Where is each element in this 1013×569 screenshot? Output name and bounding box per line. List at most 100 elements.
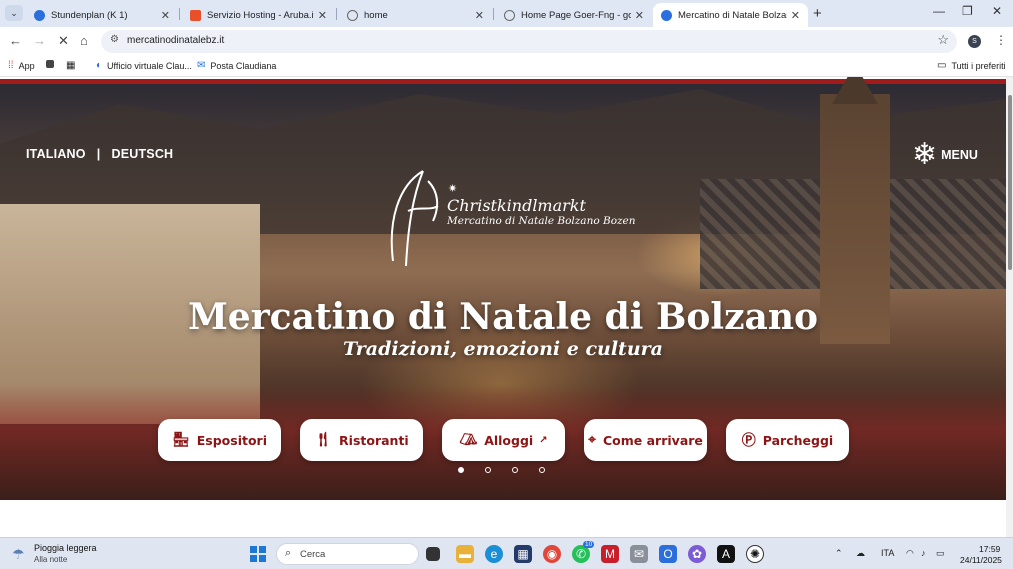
browser-menu-icon[interactable]: ⋮ [995,33,1007,47]
stop-loading-icon[interactable]: ✕ [58,33,69,49]
tab-search-button[interactable]: ⌄ [5,5,23,21]
tray-expand-icon[interactable]: ⌃ [835,548,843,559]
home-icon[interactable]: ⌂ [80,33,88,48]
button-label: Ristoranti [339,432,409,448]
text-editor-icon[interactable]: A [717,545,735,563]
minimize-icon[interactable]: — [933,4,945,18]
mail-app-icon[interactable]: ✉ [630,545,648,563]
wifi-icon[interactable]: ◠ [906,548,914,559]
tower-spire [832,77,878,104]
bookmark-ufficio[interactable]: ◐ Ufficio virtuale Clau... [96,60,192,71]
copilot-icon[interactable]: ✿ [688,545,706,563]
chatgpt-icon[interactable]: ✺ [746,545,764,563]
carousel-dot[interactable] [512,467,518,473]
close-icon[interactable]: ✕ [161,9,170,22]
notification-badge: 10 [583,541,595,548]
globe-icon [504,9,515,21]
folder-icon: ▭ [937,60,947,71]
espositori-button[interactable]: 🏪︎ Espositori [158,419,281,461]
favicon-icon [34,9,45,21]
rain-cloud-icon[interactable]: ☂ [12,546,25,563]
windows-start-icon[interactable] [250,546,266,562]
lang-italiano[interactable]: ITALIANO [26,147,86,161]
bookmark-label: Ufficio virtuale Clau... [107,60,192,71]
menu-label: MENU [941,147,978,162]
square-icon [46,60,54,68]
logo-subtitle: Mercatino di Natale Bolzano Bozen [447,215,636,227]
taskbar-search[interactable]: ⌕ Cerca [276,543,419,565]
search-placeholder: Cerca [300,549,326,560]
carousel-dot[interactable] [539,467,545,473]
tab-aruba[interactable]: Servizio Hosting - Aruba.it ✕ [182,3,335,27]
onedrive-icon[interactable]: ☁ [856,548,865,559]
bookmark-posta[interactable]: ✉ Posta Claudiana [197,60,276,71]
all-bookmarks[interactable]: ▭ Tutti i preferiti [937,60,1006,71]
close-icon[interactable]: ✕ [318,9,327,22]
close-icon[interactable]: ✕ [791,9,800,22]
file-explorer-icon[interactable]: ▬ [456,545,474,563]
edge-icon[interactable]: e [485,545,503,563]
external-link-icon: ↗ [539,434,548,446]
star-icon: ✷ [448,183,458,195]
page-title: Mercatino di Natale di Bolzano [187,296,819,338]
tab-mercatino[interactable]: Mercatino di Natale Bolzano - B ✕ [653,3,808,27]
snowflake-icon: ❄ [912,138,938,171]
parcheggi-button[interactable]: Ⓟ Parcheggi [726,419,849,461]
outlook-icon[interactable]: O [659,545,677,563]
carousel-indicators [458,467,545,473]
tab-title: Home Page Goer-Fng - goer-fng [521,9,631,21]
angel-logo-icon [390,170,439,267]
bookmark-star-icon[interactable]: ☆ [937,32,949,48]
clock-time[interactable]: 17:59 [979,544,1000,554]
volume-icon[interactable]: ♪ [921,548,926,558]
favicon-icon [190,9,201,21]
language-switcher: ITALIANO | DEUTSCH [26,147,173,161]
carousel-dot[interactable] [485,467,491,473]
chrome-icon[interactable]: ◉ [543,545,561,563]
web-page: ITALIANO | DEUTSCH ❄ MENU ✷ Christkindlm… [0,77,1006,537]
weather-title[interactable]: Pioggia leggera [34,543,97,553]
bookmark-square[interactable] [46,60,54,68]
tab-stundenplan[interactable]: Stundenplan (K 1) ✕ [26,3,178,27]
grid-icon: ▦ [66,60,76,71]
new-tab-button[interactable]: + [813,5,822,22]
globe-icon [347,9,358,21]
url-text[interactable]: mercatinodinatalebz.it [127,35,224,46]
favicon-icon [661,9,672,21]
bookmark-label: App [18,60,35,71]
ristoranti-button[interactable]: 🍴︎ Ristoranti [300,419,423,461]
mcafee-icon[interactable]: M [601,545,619,563]
close-window-icon[interactable]: ✕ [992,4,1002,18]
bookmark-grid[interactable]: ▦ [66,60,80,71]
location-pin-icon: ⌖ [588,432,596,448]
lang-deutsch[interactable]: DEUTSCH [111,147,173,161]
carousel-dot[interactable] [458,467,464,473]
input-language[interactable]: ITA [881,548,894,558]
bookmark-apps[interactable]: ⁞⁞ App [8,60,35,71]
address-bar[interactable]: ⚙ mercatinodinatalebz.it ☆ [101,30,957,53]
tab-home[interactable]: home ✕ [339,3,492,27]
logo-title[interactable]: Christkindlmarkt [447,196,586,215]
site-info-icon[interactable]: ⚙ [110,34,119,45]
close-icon[interactable]: ✕ [635,9,644,22]
parking-icon: Ⓟ [741,433,756,449]
restore-icon[interactable]: ❐ [962,4,973,18]
back-icon[interactable]: ← [9,33,22,48]
come-arrivare-button[interactable]: ⌖ Come arrivare [584,419,707,461]
tab-goer-fng[interactable]: Home Page Goer-Fng - goer-fng ✕ [496,3,652,27]
forward-icon[interactable]: → [33,33,46,48]
scrollbar-thumb[interactable] [1008,95,1012,270]
store-icon[interactable]: ▦ [514,545,532,563]
task-view-icon[interactable] [426,547,440,561]
profile-avatar[interactable]: S [968,35,981,48]
clock-date[interactable]: 24/11/2025 [960,555,1002,565]
battery-icon[interactable]: ▭ [936,548,945,559]
cutlery-icon: 🍴︎ [314,432,333,448]
hero-banner: ITALIANO | DEUTSCH ❄ MENU ✷ Christkindlm… [0,77,1006,500]
menu-button[interactable]: ❄ MENU [912,137,978,172]
alloggi-button[interactable]: ⛺︎ Alloggi ↗ [442,419,565,461]
close-icon[interactable]: ✕ [475,9,484,22]
tab-strip: ⌄ Stundenplan (K 1) ✕ Servizio Hosting -… [0,0,1013,27]
tab-title: Stundenplan (K 1) [51,9,128,21]
mail-icon: ✉ [197,60,206,71]
